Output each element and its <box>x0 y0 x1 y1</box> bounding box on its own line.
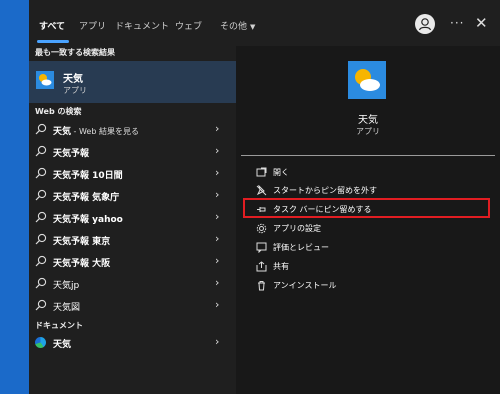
search-icon <box>35 167 47 179</box>
search-icon <box>35 189 47 201</box>
action-uninstall[interactable]: アンインストール <box>254 277 484 295</box>
action-open[interactable]: 開く <box>254 164 484 182</box>
results-panel: 最も一致する検索結果 天気 アプリ Web の検索 天気 - Web 結果を見る… <box>29 46 236 394</box>
web-result-label: 天気予報 東京 <box>53 237 111 247</box>
close-icon[interactable]: ✕ <box>475 14 488 32</box>
tab-more-label: その他 <box>220 22 248 32</box>
web-result-item[interactable]: 天気予報 10日間 › <box>29 163 236 185</box>
web-result-label: 天気予報 yahoo <box>53 215 123 225</box>
preview-panel: 天気 アプリ 開く スタートからピン留めを外す タスク バーにピン留めする アプ… <box>236 46 500 394</box>
unpin-start-icon <box>256 185 267 196</box>
web-result-label: 天気jp <box>53 281 80 291</box>
web-result-label: 天気予報 大阪 <box>53 259 111 269</box>
tab-web[interactable]: ウェブ <box>175 19 202 32</box>
search-window: すべて アプリ ドキュメント ウェブ その他 ▼ ··· ✕ 最も一致する検索結果… <box>29 0 500 394</box>
web-result-suffix: - Web 結果を見る <box>71 127 139 136</box>
best-match-title: 天気 <box>63 74 83 85</box>
star-review-icon <box>256 242 267 253</box>
preview-app-type: アプリ <box>356 127 380 136</box>
web-result-label: 天気図 <box>53 303 81 313</box>
share-icon <box>256 261 267 272</box>
action-label: 評価とレビュー <box>273 243 329 252</box>
web-result-label: 天気 <box>53 127 72 137</box>
best-match-heading: 最も一致する検索結果 <box>35 48 115 57</box>
chevron-right-icon: › <box>215 232 220 245</box>
chevron-right-icon: › <box>215 210 220 223</box>
tab-apps[interactable]: アプリ <box>79 19 106 32</box>
weather-app-large-icon <box>348 61 386 99</box>
web-result-item[interactable]: 天気予報 大阪 › <box>29 251 236 273</box>
active-tab-indicator <box>37 40 69 43</box>
web-search-heading: Web の検索 <box>35 107 82 116</box>
divider <box>241 155 495 156</box>
avatar[interactable] <box>415 14 435 34</box>
chevron-right-icon: › <box>215 254 220 267</box>
search-icon <box>35 145 47 157</box>
tab-documents[interactable]: ドキュメント <box>115 19 169 32</box>
search-icon <box>35 123 47 135</box>
chevron-right-icon: › <box>215 144 220 157</box>
tab-all[interactable]: すべて <box>39 19 65 32</box>
action-label: アンインストール <box>273 281 337 290</box>
document-result-item[interactable]: 天気 › <box>29 332 236 354</box>
action-share[interactable]: 共有 <box>254 258 484 276</box>
search-icon <box>35 211 47 223</box>
web-result-item[interactable]: 天気 - Web 結果を見る › <box>29 119 236 141</box>
web-result-item[interactable]: 天気jp › <box>29 273 236 295</box>
trash-icon <box>258 281 265 291</box>
weather-app-icon <box>36 71 54 89</box>
web-result-item[interactable]: 天気図 › <box>29 295 236 317</box>
action-label: 共有 <box>273 262 289 271</box>
chevron-right-icon: › <box>215 335 220 348</box>
search-icon <box>35 299 47 311</box>
chevron-right-icon: › <box>215 166 220 179</box>
chevron-down-icon: ▼ <box>250 23 256 31</box>
top-bar: すべて アプリ ドキュメント ウェブ その他 ▼ ··· ✕ <box>29 0 500 46</box>
open-icon <box>256 167 267 177</box>
gear-icon <box>256 223 267 234</box>
edge-icon <box>35 337 46 348</box>
web-result-label: 天気予報 気象庁 <box>53 193 120 203</box>
tab-more[interactable]: その他 ▼ <box>220 19 255 32</box>
web-result-item[interactable]: 天気予報 yahoo › <box>29 207 236 229</box>
search-icon <box>35 277 47 289</box>
more-options-icon[interactable]: ··· <box>450 16 464 30</box>
user-icon <box>418 18 432 31</box>
action-rate-review[interactable]: 評価とレビュー <box>254 239 484 257</box>
preview-app-name: 天気 <box>358 115 378 126</box>
chevron-right-icon: › <box>215 298 220 311</box>
action-app-settings[interactable]: アプリの設定 <box>254 220 484 238</box>
chevron-right-icon: › <box>215 188 220 201</box>
web-result-item[interactable]: 天気予報 › <box>29 141 236 163</box>
chevron-right-icon: › <box>215 276 220 289</box>
search-icon <box>35 233 47 245</box>
web-result-label: 天気予報 <box>53 149 90 159</box>
chevron-right-icon: › <box>215 122 220 135</box>
action-label: 開く <box>273 168 289 177</box>
best-match-item[interactable]: 天気 アプリ <box>29 61 236 103</box>
action-label: スタートからピン留めを外す <box>273 186 377 195</box>
web-result-item[interactable]: 天気予報 気象庁 › <box>29 185 236 207</box>
search-icon <box>35 255 47 267</box>
document-result-label: 天気 <box>53 340 72 350</box>
web-result-item[interactable]: 天気予報 東京 › <box>29 229 236 251</box>
action-label: アプリの設定 <box>273 224 321 233</box>
best-match-subtitle: アプリ <box>63 86 87 95</box>
web-result-label: 天気予報 10日間 <box>53 171 123 181</box>
documents-heading: ドキュメント <box>35 321 83 330</box>
highlight-box <box>243 198 490 218</box>
